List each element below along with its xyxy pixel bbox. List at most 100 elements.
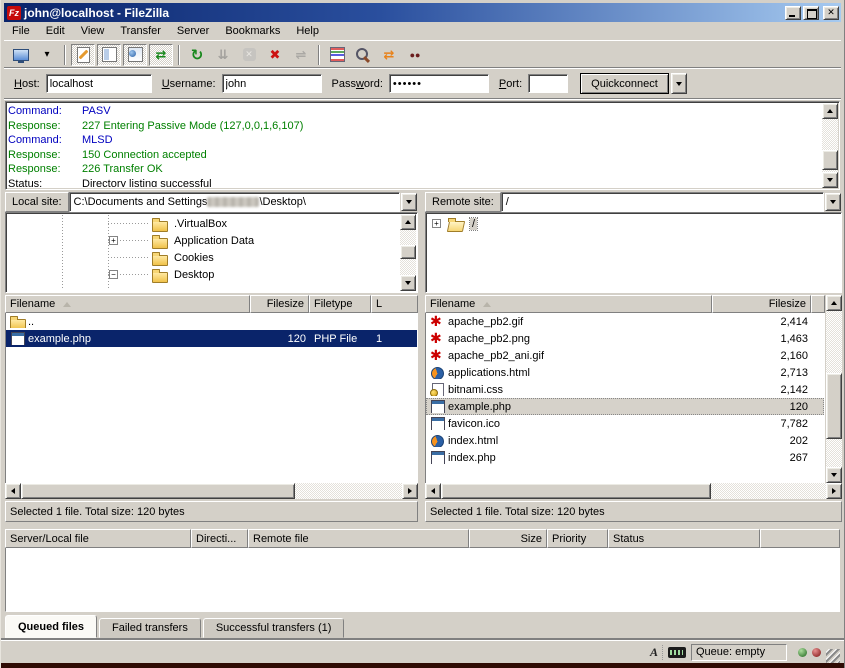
remote-list-scrollbar[interactable] bbox=[826, 295, 842, 483]
scrollbar-thumb[interactable] bbox=[400, 245, 416, 259]
local-site-dropdown[interactable] bbox=[401, 193, 417, 211]
queue-column-serverlocalfile[interactable]: Server/Local file bbox=[5, 529, 191, 548]
port-input[interactable] bbox=[528, 74, 568, 93]
maximize-button[interactable] bbox=[803, 6, 819, 20]
scrollbar-thumb[interactable] bbox=[822, 150, 838, 170]
dd-button[interactable] bbox=[35, 44, 59, 66]
column-header-filename[interactable]: Filename bbox=[5, 295, 250, 313]
log-line-text: PASV bbox=[82, 104, 111, 119]
tree-item[interactable]: +Application Data bbox=[8, 232, 415, 249]
scroll-down-button[interactable] bbox=[400, 275, 416, 291]
scroll-left-button[interactable] bbox=[5, 483, 21, 499]
tab-successful-transfers-[interactable]: Successful transfers (1) bbox=[203, 618, 345, 638]
tree-expander-plus[interactable]: + bbox=[432, 219, 441, 228]
column-header-l[interactable]: L bbox=[371, 295, 418, 313]
tab-queued-files[interactable]: Queued files bbox=[5, 615, 97, 638]
apache-file-icon bbox=[430, 315, 445, 328]
file-row[interactable]: apache_pb2.png1,463 bbox=[426, 330, 824, 347]
message-log-scrollbar[interactable] bbox=[822, 103, 838, 188]
password-input[interactable] bbox=[389, 74, 489, 93]
remote-site-path[interactable]: / bbox=[501, 192, 824, 212]
scrollbar-thumb[interactable] bbox=[826, 373, 842, 439]
menu-bookmarks[interactable]: Bookmarks bbox=[217, 23, 288, 39]
site-manager-button[interactable] bbox=[9, 44, 33, 66]
scroll-down-button[interactable] bbox=[822, 172, 838, 188]
compare-button[interactable] bbox=[351, 44, 375, 66]
refresh-button[interactable] bbox=[185, 44, 209, 66]
menu-file[interactable]: File bbox=[4, 23, 38, 39]
local-list-hscrollbar[interactable] bbox=[5, 483, 418, 499]
reconnect-button[interactable] bbox=[289, 44, 313, 66]
file-row[interactable]: .. bbox=[6, 313, 417, 330]
scrollbar-thumb[interactable] bbox=[21, 483, 295, 499]
queue-button[interactable] bbox=[149, 44, 173, 66]
tree-item[interactable]: Cookies bbox=[8, 249, 415, 266]
tree-item[interactable]: −Desktop bbox=[8, 266, 415, 283]
column-header-filetype[interactable]: Filetype bbox=[309, 295, 371, 313]
scroll-right-button[interactable] bbox=[826, 483, 842, 499]
tree-expander-minus[interactable]: − bbox=[109, 270, 118, 279]
queue-column-directi[interactable]: Directi... bbox=[191, 529, 248, 548]
tree-item-label: Cookies bbox=[174, 252, 214, 264]
menu-help[interactable]: Help bbox=[288, 23, 327, 39]
scroll-up-button[interactable] bbox=[822, 103, 838, 119]
file-row[interactable]: apache_pb2_ani.gif2,160 bbox=[426, 347, 824, 364]
find-button[interactable] bbox=[403, 44, 427, 66]
scroll-up-button[interactable] bbox=[826, 295, 842, 311]
remote-site-dropdown[interactable] bbox=[825, 193, 841, 211]
file-row[interactable]: favicon.ico7,782 bbox=[426, 415, 824, 432]
local-site-path[interactable]: C:\Documents and Settings\Desktop\ bbox=[69, 192, 400, 212]
file-row[interactable]: bitnami.css2,142 bbox=[426, 381, 824, 398]
process-queue-button[interactable] bbox=[211, 44, 235, 66]
menu-transfer[interactable]: Transfer bbox=[112, 23, 169, 39]
file-row[interactable]: applications.html2,713 bbox=[426, 364, 824, 381]
remote-list-hscrollbar[interactable] bbox=[425, 483, 842, 499]
sync-button[interactable] bbox=[377, 44, 401, 66]
title-bar[interactable]: Fz john@localhost - FileZilla bbox=[4, 3, 841, 22]
menu-server[interactable]: Server bbox=[169, 23, 217, 39]
scrollbar-thumb[interactable] bbox=[441, 483, 711, 499]
cancel-button[interactable] bbox=[237, 44, 261, 66]
filter-icon bbox=[327, 46, 347, 64]
reconnect-icon bbox=[291, 46, 311, 64]
column-header-filesize[interactable]: Filesize bbox=[712, 295, 811, 313]
queue-column-priority[interactable]: Priority bbox=[547, 529, 608, 548]
file-row[interactable]: index.php267 bbox=[426, 449, 824, 466]
tab-failed-transfers[interactable]: Failed transfers bbox=[99, 618, 201, 638]
queue-column-remotefile[interactable]: Remote file bbox=[248, 529, 469, 548]
queue-column-size[interactable]: Size bbox=[469, 529, 547, 548]
username-input[interactable] bbox=[222, 74, 322, 93]
tree-item[interactable]: +/ bbox=[428, 215, 839, 232]
close-button[interactable] bbox=[823, 6, 839, 20]
menu-view[interactable]: View bbox=[73, 23, 113, 39]
disconnect-button[interactable] bbox=[263, 44, 287, 66]
file-row[interactable]: apache_pb2.gif2,414 bbox=[426, 313, 824, 330]
scroll-right-button[interactable] bbox=[402, 483, 418, 499]
quickconnect-dropdown-button[interactable] bbox=[671, 73, 687, 94]
folder-icon bbox=[152, 234, 167, 247]
column-header-filename[interactable]: Filename bbox=[425, 295, 712, 313]
quickconnect-button[interactable]: Quickconnect bbox=[580, 73, 669, 94]
local-tree-button[interactable] bbox=[97, 44, 121, 66]
tree-item[interactable]: .VirtualBox bbox=[8, 215, 415, 232]
scroll-left-button[interactable] bbox=[425, 483, 441, 499]
local-tree-scrollbar[interactable] bbox=[400, 214, 416, 291]
minimize-button[interactable] bbox=[785, 6, 801, 20]
column-header-filesize[interactable]: Filesize bbox=[250, 295, 309, 313]
queue-column-status[interactable]: Status bbox=[608, 529, 760, 548]
host-input[interactable] bbox=[46, 74, 152, 93]
file-row[interactable]: index.html202 bbox=[426, 432, 824, 449]
file-row[interactable]: example.php120 bbox=[426, 398, 824, 415]
queue-list[interactable] bbox=[5, 548, 840, 612]
scroll-up-button[interactable] bbox=[400, 214, 416, 230]
filter-button[interactable] bbox=[325, 44, 349, 66]
menu-edit[interactable]: Edit bbox=[38, 23, 73, 39]
scroll-down-button[interactable] bbox=[826, 467, 842, 483]
message-log-button[interactable] bbox=[71, 44, 95, 66]
resize-grip[interactable] bbox=[826, 649, 840, 663]
tree-expander-plus[interactable]: + bbox=[109, 236, 118, 245]
file-row[interactable]: example.php120PHP File1 bbox=[6, 330, 417, 347]
remote-tree-button[interactable] bbox=[123, 44, 147, 66]
cancel-icon bbox=[239, 46, 259, 64]
pane-splitter[interactable] bbox=[418, 192, 425, 522]
